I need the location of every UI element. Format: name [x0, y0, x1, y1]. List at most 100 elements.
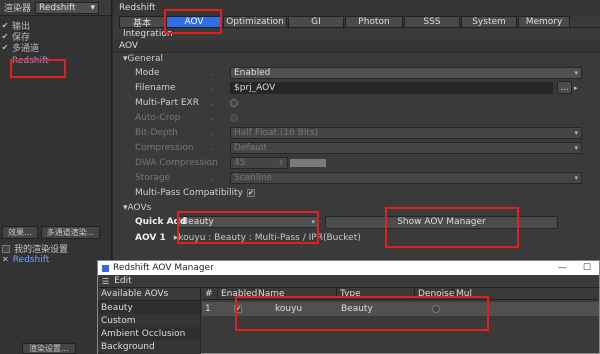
app-icon	[102, 264, 109, 272]
dwa-input[interactable]: 45 ⇕	[230, 156, 288, 169]
prop-multipart-exr: Multi-Part EXR.	[113, 95, 600, 110]
my-render-settings-item[interactable]: 我的渲染设置	[0, 243, 112, 255]
storage-label: Storage	[135, 172, 171, 183]
bitdepth-value: Half Float (16 Bits)	[234, 127, 319, 138]
aov-table: # Enabled Name Type Denoise Mul 1 ✔ kouy…	[202, 287, 599, 354]
tab-optimization[interactable]: Optimization	[223, 16, 287, 28]
multipass-render-button[interactable]: 多通道渲染...	[40, 226, 101, 239]
bitdepth-dropdown[interactable]: Half Float (16 Bits) ▾	[230, 126, 582, 139]
manager-menubar: ☰ Edit	[98, 275, 599, 288]
filename-label: Filename	[135, 82, 176, 93]
tab-basic[interactable]: 基本	[119, 16, 165, 29]
chevron-down-icon: ▸	[574, 83, 578, 92]
render-settings-button[interactable]: 渲染设置...	[22, 343, 76, 354]
column-header: Name	[255, 287, 337, 300]
render-settings-sidebar: 渲染器 Redshift ▾ ✔ 输出 ✔ 保存 ✔ 多通道 Redshift	[0, 0, 112, 354]
row-denoise[interactable]	[415, 302, 453, 316]
table-row[interactable]: 1 ✔ kouyu Beauty	[202, 302, 599, 316]
mpc-checkbox[interactable]: ✔	[246, 188, 255, 197]
chevron-down-icon: ▾	[311, 218, 315, 226]
mode-dropdown[interactable]: Enabled ▾	[230, 66, 582, 79]
tab-integration[interactable]: Integration	[113, 28, 600, 40]
aovs-group-toggle[interactable]: ▾AOVs	[113, 202, 600, 214]
bitdepth-label: Bit-Depth	[135, 127, 178, 138]
prop-filename: Filename. $prj_AOV ... ▸	[135, 81, 578, 94]
minimize-icon[interactable]: —	[558, 263, 567, 273]
check-icon: ✔	[1, 32, 9, 41]
tree-item-redshift[interactable]: Redshift	[0, 55, 111, 66]
prop-storage: Storage. Scanline ▾	[113, 170, 600, 185]
renderer-dropdown[interactable]: Redshift ▾	[35, 1, 100, 14]
table-header: # Enabled Name Type Denoise Mul	[202, 287, 599, 300]
aov-manager-window: Redshift AOV Manager — ☐ ☰ Edit Availabl…	[97, 260, 600, 354]
tab-bar: 基本 AOV Optimization GI Photon SSS System…	[119, 16, 600, 29]
quickadd-label: Quick Add	[135, 217, 187, 227]
mpc-label: Multi-Pass Compatibility	[135, 187, 243, 198]
window-title: Redshift AOV Manager	[113, 263, 214, 273]
sidebar-bottom: 效果... 多通道渲染... 我的渲染设置 ✕ Redshift	[0, 222, 112, 265]
renderer-label: 渲染器	[4, 4, 32, 14]
compression-label: Compression	[135, 142, 194, 153]
tab-photon[interactable]: Photon	[345, 16, 403, 28]
list-item[interactable]: Ambient Occlusion	[98, 327, 200, 340]
dwa-slider[interactable]	[290, 158, 326, 167]
maximize-icon[interactable]: ☐	[583, 263, 591, 273]
autocrop-checkbox[interactable]	[230, 113, 238, 122]
row-number: 1	[205, 304, 211, 314]
check-icon: ✔	[1, 43, 9, 52]
list-item[interactable]: Custom	[98, 314, 200, 327]
tab-sss[interactable]: SSS	[404, 16, 460, 28]
tab-system[interactable]: System	[461, 16, 517, 28]
menu-edit[interactable]: Edit	[114, 276, 131, 286]
available-aovs-list: Available AOVs Beauty Custom Ambient Occ…	[98, 288, 201, 354]
chevron-down-icon: ▾	[574, 143, 578, 152]
chevron-down-icon: ▾	[574, 173, 578, 182]
aov1-row[interactable]: AOV 1 ▸kouyu : Beauty : Multi-Pass / IPR…	[113, 230, 600, 245]
tree-item-multipass[interactable]: ✔ 多通道	[0, 42, 111, 54]
multipart-checkbox[interactable]	[230, 98, 238, 107]
general-group-toggle[interactable]: ▾General	[113, 53, 600, 65]
filename-browse-button[interactable]: ...	[557, 81, 572, 94]
chevron-down-icon: ▾	[574, 68, 578, 77]
tree-item-label: Redshift	[12, 55, 49, 66]
dwa-value: 45	[234, 157, 246, 168]
my-redshift-item[interactable]: ✕ Redshift	[0, 254, 112, 265]
denoise-toggle-icon	[431, 305, 440, 313]
prop-auto-crop: Auto-Crop.	[113, 110, 600, 125]
my-render-settings-label: 我的渲染设置	[14, 245, 69, 255]
tab-gi[interactable]: GI	[288, 16, 344, 28]
row-enabled[interactable]: ✔	[218, 302, 255, 316]
column-header: Enabled	[218, 287, 257, 300]
filename-input[interactable]: $prj_AOV	[230, 81, 553, 94]
list-item[interactable]: Beauty	[98, 301, 200, 314]
section-title: AOV	[113, 40, 600, 53]
list-item[interactable]: Background	[98, 340, 200, 353]
compression-dropdown[interactable]: Default ▾	[230, 141, 582, 154]
aov-manager-body: ☰ Edit Available AOVs Beauty Custom Ambi…	[98, 275, 599, 354]
chevron-down-icon: ▾	[90, 2, 96, 13]
aov1-value: ▸kouyu : Beauty : Multi-Pass / IPR(Bucke…	[173, 232, 361, 243]
panel-title: Redshift	[113, 0, 600, 16]
prop-mode: Mode. Enabled ▾	[113, 65, 600, 80]
effects-button[interactable]: 效果...	[2, 226, 38, 239]
prop-compression: Compression. Default ▾	[113, 140, 600, 155]
prop-bit-depth: Bit-Depth. Half Float (16 Bits) ▾	[113, 125, 600, 140]
cinema4d-render-settings: 渲染器 Redshift ▾ ✔ 输出 ✔ 保存 ✔ 多通道 Redshift	[0, 0, 600, 354]
aov-manager-titlebar: Redshift AOV Manager — ☐	[98, 261, 599, 275]
filename-value: $prj_AOV	[234, 82, 276, 93]
multipart-label: Multi-Part EXR	[135, 97, 199, 108]
storage-value: Scanline	[234, 172, 273, 183]
chevron-down-icon: ▾	[574, 128, 578, 137]
column-header: #	[202, 287, 218, 300]
aov1-label: AOV 1	[135, 232, 166, 243]
prop-multipass-compat: Multi-Pass Compatibility ✔	[113, 185, 600, 200]
tab-memory[interactable]: Memory	[518, 16, 570, 28]
show-aov-manager-button[interactable]: Show AOV Manager	[325, 215, 558, 229]
mode-value: Enabled	[234, 67, 271, 78]
tab-aov[interactable]: AOV	[166, 16, 222, 28]
column-header: Denoise	[415, 287, 454, 300]
renderer-value: Redshift	[39, 2, 76, 13]
autocrop-label: Auto-Crop	[135, 112, 181, 123]
my-redshift-label: Redshift	[12, 254, 50, 265]
storage-dropdown[interactable]: Scanline ▾	[230, 171, 582, 184]
